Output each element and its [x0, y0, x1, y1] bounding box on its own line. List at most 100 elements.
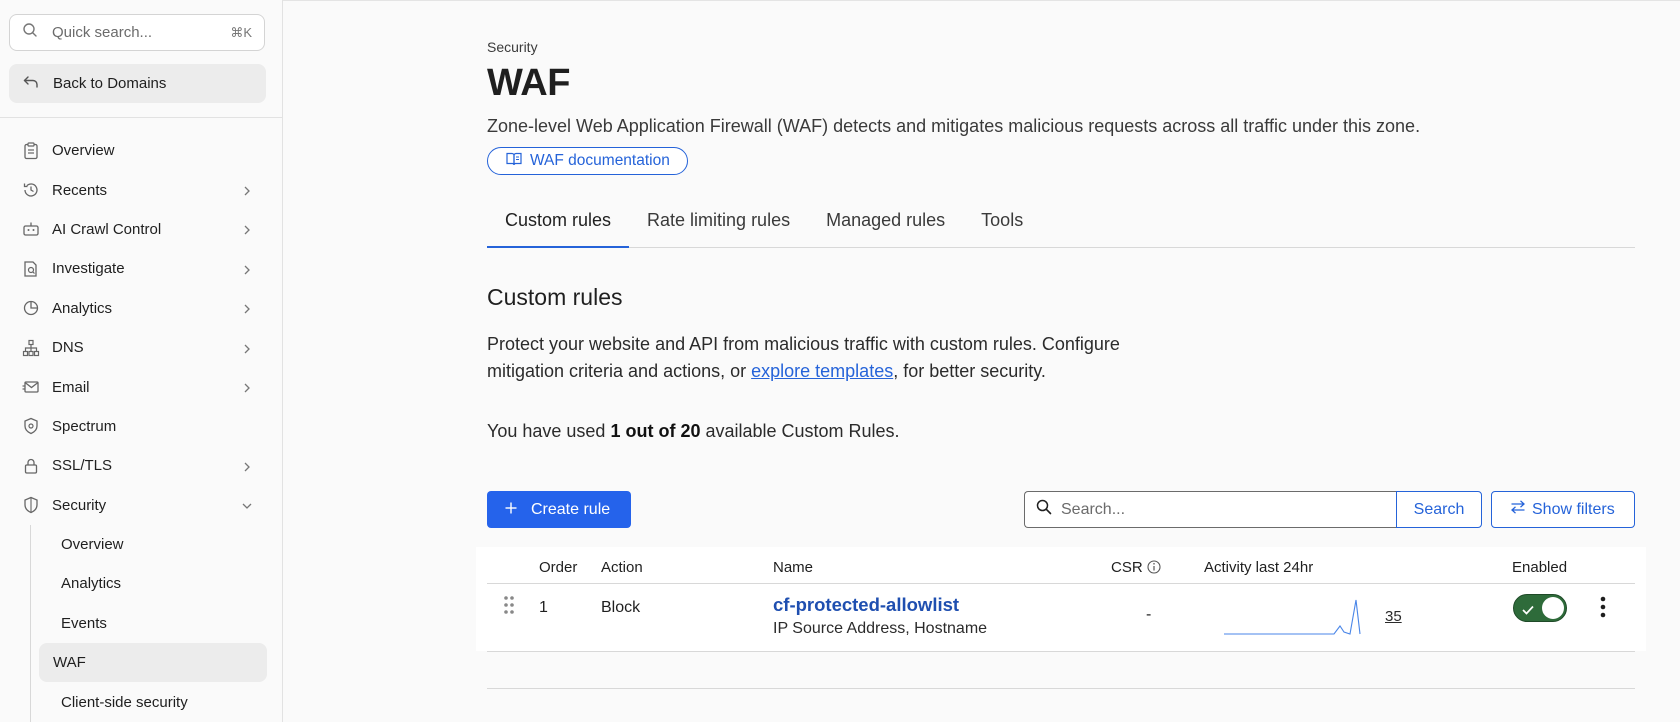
- table-footer-divider: [487, 688, 1635, 689]
- chevron-right-icon: [241, 342, 253, 354]
- table-row-divider: [487, 651, 1635, 652]
- sidebar-item-spectrum[interactable]: Spectrum: [0, 407, 283, 446]
- sidebar-subitem-analytics[interactable]: Analytics: [39, 564, 267, 603]
- sidebar-item-label: DNS: [52, 339, 84, 357]
- shield-gear-icon: [22, 417, 40, 435]
- explore-templates-link[interactable]: explore templates: [751, 361, 893, 381]
- security-submenu: Overview Analytics Events WAF Client-sid…: [30, 524, 283, 722]
- sidebar-item-label: AI Crawl Control: [52, 220, 162, 238]
- sidebar-item-overview[interactable]: Overview: [0, 131, 283, 170]
- activity-sparkline: [1224, 598, 1369, 641]
- column-csr: CSR: [1111, 559, 1143, 576]
- sidebar-subitem-events[interactable]: Events: [39, 604, 267, 643]
- network-icon: [22, 339, 40, 357]
- sidebar-item-label: Security: [52, 496, 107, 514]
- sidebar-item-label: Spectrum: [52, 417, 117, 435]
- table-row[interactable]: 1 Block cf-protected-allowlist IP Source…: [487, 584, 1635, 651]
- sidebar-subitem-client-side-security[interactable]: Client-side security: [39, 682, 267, 721]
- sidebar-divider: [0, 117, 283, 118]
- waf-documentation-link[interactable]: WAF documentation: [487, 147, 688, 175]
- quick-search-input[interactable]: Quick search... ⌘K: [9, 14, 265, 51]
- rule-action: Block: [601, 599, 641, 616]
- chevron-right-icon: [241, 184, 253, 196]
- sidebar-item-label: Email: [52, 378, 90, 396]
- rules-table-header: Order Action Name CSR Activity last 24hr…: [487, 559, 1635, 583]
- show-filters-label: Show filters: [1532, 500, 1615, 518]
- sidebar-item-email[interactable]: Email: [0, 367, 283, 406]
- sidebar-subitem-overview[interactable]: Overview: [39, 525, 267, 564]
- breadcrumb: Security: [487, 39, 538, 55]
- lock-icon: [22, 457, 40, 475]
- create-rule-button[interactable]: Create rule: [487, 491, 631, 528]
- tab-bar: Custom rules Rate limiting rules Managed…: [487, 204, 1635, 248]
- tab-rate-limiting-rules[interactable]: Rate limiting rules: [629, 204, 808, 248]
- usage-prefix: You have used: [487, 421, 611, 441]
- sidebar-item-label: SSL/TLS: [52, 457, 113, 475]
- create-rule-label: Create rule: [531, 500, 611, 518]
- column-order[interactable]: Order: [539, 559, 577, 576]
- sidebar-subitem-waf[interactable]: WAF: [39, 643, 267, 683]
- swap-arrows-icon: [1510, 500, 1526, 519]
- chevron-down-icon: [241, 499, 253, 511]
- sidebar-item-label: Analytics: [52, 299, 113, 317]
- search-icon: [1036, 499, 1052, 520]
- column-action[interactable]: Action: [601, 559, 643, 576]
- tab-managed-rules[interactable]: Managed rules: [808, 204, 963, 248]
- shield-icon: [22, 496, 40, 514]
- rules-search-input[interactable]: [1061, 500, 1381, 519]
- shortcut-hint: ⌘K: [230, 24, 252, 40]
- history-icon: [22, 181, 40, 199]
- tab-tools[interactable]: Tools: [963, 204, 1041, 248]
- sidebar-nav: Overview Recents AI Crawl Control Invest…: [0, 131, 283, 722]
- pie-chart-icon: [22, 299, 40, 317]
- chevron-right-icon: [241, 460, 253, 472]
- back-to-domains-label: Back to Domains: [53, 75, 167, 92]
- column-name[interactable]: Name: [773, 559, 813, 576]
- document-search-icon: [22, 260, 40, 278]
- sidebar-item-analytics[interactable]: Analytics: [0, 289, 283, 328]
- plus-icon: [505, 501, 517, 519]
- activity-count-link[interactable]: 35: [1385, 608, 1402, 625]
- info-icon[interactable]: [1147, 560, 1161, 578]
- page-title: WAF: [487, 62, 570, 104]
- rule-usage-text: You have used 1 out of 20 available Cust…: [487, 421, 900, 442]
- envelope-icon: [22, 378, 40, 396]
- rule-order: 1: [539, 599, 548, 616]
- back-arrow-icon: [23, 75, 39, 93]
- section-description: Protect your website and API from malici…: [487, 331, 1167, 385]
- enabled-toggle[interactable]: [1513, 594, 1567, 622]
- sidebar-item-ai-crawl-control[interactable]: AI Crawl Control: [0, 210, 283, 249]
- chevron-right-icon: [241, 381, 253, 393]
- page-description: Zone-level Web Application Firewall (WAF…: [487, 116, 1421, 136]
- sidebar-item-recents[interactable]: Recents: [0, 170, 283, 209]
- usage-suffix: available Custom Rules.: [700, 421, 900, 441]
- rules-search-field: [1024, 491, 1397, 528]
- quick-search-placeholder: Quick search...: [52, 24, 153, 41]
- show-filters-button[interactable]: Show filters: [1491, 491, 1635, 528]
- sidebar-item-label: Overview: [52, 142, 115, 160]
- search-button[interactable]: Search: [1396, 491, 1482, 528]
- rule-name-link[interactable]: cf-protected-allowlist: [773, 594, 959, 616]
- column-enabled: Enabled: [1512, 559, 1568, 576]
- back-to-domains-button[interactable]: Back to Domains: [9, 64, 266, 103]
- drag-handle-icon[interactable]: [504, 596, 514, 623]
- column-activity: Activity last 24hr: [1204, 559, 1314, 576]
- clipboard-icon: [22, 142, 40, 160]
- tab-custom-rules[interactable]: Custom rules: [487, 204, 630, 248]
- chevron-right-icon: [241, 263, 253, 275]
- section-title: Custom rules: [487, 284, 623, 310]
- chevron-right-icon: [241, 223, 253, 235]
- section-description-tail: , for better security.: [893, 361, 1046, 381]
- sidebar-item-dns[interactable]: DNS: [0, 328, 283, 367]
- sidebar-item-investigate[interactable]: Investigate: [0, 249, 283, 288]
- sidebar-item-security[interactable]: Security: [0, 486, 283, 525]
- more-options-icon[interactable]: [1600, 596, 1606, 623]
- sidebar-item-label: Investigate: [52, 260, 125, 278]
- rule-csr: -: [1146, 606, 1152, 623]
- toggle-knob: [1542, 597, 1564, 619]
- robot-icon: [22, 220, 40, 238]
- chevron-right-icon: [241, 302, 253, 314]
- rule-fields: IP Source Address, Hostname: [773, 620, 988, 637]
- sidebar-item-ssl-tls[interactable]: SSL/TLS: [0, 446, 283, 485]
- waf-documentation-label: WAF documentation: [530, 152, 670, 169]
